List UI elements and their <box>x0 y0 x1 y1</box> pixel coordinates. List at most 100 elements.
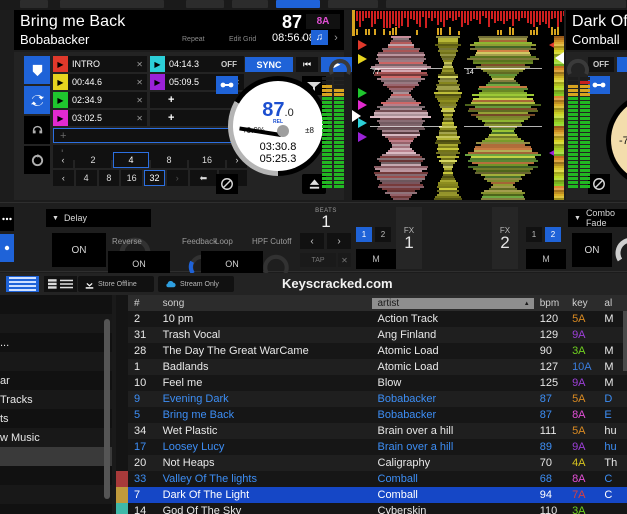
deck-b-slip-icon[interactable] <box>588 174 610 194</box>
column-header-bpm[interactable]: bpm <box>534 298 566 309</box>
table-row[interactable]: 33 Valley Of The lights Comball 68 8A C <box>128 471 627 487</box>
store-offline-button[interactable]: Store Offline <box>78 276 154 292</box>
deck-a-cue-button[interactable]: ⏮ <box>296 57 318 72</box>
table-row[interactable]: 31 Trash Vocal Ang Finland 129 9A <box>128 327 627 343</box>
headphone-mode-button[interactable] <box>24 116 50 144</box>
hotcue-pad[interactable]: ▶ 02:34.9 ✕ <box>53 92 147 108</box>
loop-size-4[interactable]: 4 <box>112 152 149 168</box>
deck-a-repeat-label[interactable]: Repeat <box>182 36 205 43</box>
beats-next-button[interactable]: › <box>327 233 351 249</box>
track-color-cell[interactable] <box>116 343 128 359</box>
waveform-cue-marker[interactable] <box>358 100 367 110</box>
sidebar-item-selected[interactable] <box>0 447 112 466</box>
hotcue-pad[interactable]: ▶ 00:44.6 ✕ <box>53 74 147 90</box>
table-row[interactable]: 20 Not Heaps Caligraphy 70 4A Th <box>128 455 627 471</box>
toolbar-chip[interactable] <box>20 0 48 8</box>
waveform-cue-marker[interactable] <box>358 54 367 64</box>
table-scrollbar[interactable] <box>623 311 627 371</box>
beatjump-32[interactable]: 32 <box>144 170 165 186</box>
sidebar-item[interactable]: ar <box>0 371 112 390</box>
fx1-on-button[interactable]: ON <box>52 233 106 267</box>
sidebar-item[interactable]: Tracks <box>0 390 112 409</box>
deck-a-edit-grid-label[interactable]: Edit Grid <box>229 36 256 43</box>
waveform-scroll-area[interactable]: 77 14 <box>352 36 564 200</box>
fx2-master-button[interactable]: M <box>526 249 566 269</box>
sidebar-item[interactable] <box>0 314 112 333</box>
column-header-num[interactable]: # <box>128 298 157 309</box>
column-header-song[interactable]: song <box>157 298 372 309</box>
fx1-slot-2[interactable]: 2 <box>375 227 391 242</box>
fx2-on-button[interactable]: ON <box>572 233 612 267</box>
loop-size-2[interactable]: 2 <box>74 152 111 168</box>
table-row[interactable]: 2 10 pm Action Track 120 5A M <box>128 311 627 327</box>
loop-prev-button[interactable]: ‹ <box>53 152 73 168</box>
chevron-left-icon[interactable]: ‹ <box>297 32 309 44</box>
music-note-icon[interactable]: ♫ <box>311 30 328 45</box>
track-color-cell[interactable] <box>116 375 128 391</box>
table-row[interactable]: 10 Feel me Blow 125 9A M <box>128 375 627 391</box>
track-color-cell[interactable] <box>116 407 128 423</box>
toolbar-chip[interactable] <box>232 0 268 8</box>
deck-b-sync-button[interactable]: SY <box>617 57 627 72</box>
sidebar-item[interactable] <box>0 485 112 504</box>
table-row[interactable]: 5 Bring me Back Bobabacker 87 8A E <box>128 407 627 423</box>
track-color-cell[interactable] <box>116 391 128 407</box>
detail-view-icon[interactable] <box>44 276 77 292</box>
fx2-param-knob[interactable] <box>614 233 627 267</box>
deck-a-sync-button[interactable]: SYNC <box>245 57 293 72</box>
deck-a-slip-icon[interactable] <box>216 174 238 194</box>
toolbar-chip[interactable] <box>186 0 224 8</box>
track-color-cell[interactable] <box>116 471 128 487</box>
tap-clear-button[interactable]: ✕ <box>338 253 351 267</box>
column-header-key[interactable]: key <box>566 298 598 309</box>
waveform-cue-marker[interactable] <box>358 132 367 142</box>
track-color-cell[interactable] <box>116 439 128 455</box>
table-row[interactable]: 34 Wet Plastic Brain over a hill 111 5A hu <box>128 423 627 439</box>
hotcue-pad[interactable]: ▶ 03:02.5 ✕ <box>53 110 147 126</box>
sidebar-scrollbar[interactable] <box>104 319 110 499</box>
column-header-album[interactable]: al <box>598 298 627 309</box>
close-icon[interactable]: ✕ <box>136 114 143 123</box>
sidebar-item[interactable] <box>0 295 112 314</box>
loop-size-8[interactable]: 8 <box>150 152 187 168</box>
fx2-effect-selector[interactable]: ▼ Combo Fade <box>568 208 627 228</box>
loop-mode-button[interactable] <box>24 86 50 114</box>
beatjump-16[interactable]: 16 <box>121 170 143 186</box>
table-row[interactable]: 14 God Of The Sky Cyberskin 110 3A <box>128 503 627 514</box>
fx1-effect-selector[interactable]: ▼ Delay <box>46 209 151 227</box>
beatjump-8[interactable]: 8 <box>98 170 120 186</box>
close-icon[interactable]: ✕ <box>136 60 143 69</box>
sidebar-item[interactable] <box>0 466 112 485</box>
beats-prev-button[interactable]: ‹ <box>300 233 324 249</box>
sidebar-item[interactable] <box>0 504 112 514</box>
fx1-slot-1[interactable]: 1 <box>356 227 372 242</box>
track-color-cell[interactable] <box>116 327 128 343</box>
track-color-cell[interactable] <box>116 487 128 503</box>
waveform-cue-marker[interactable] <box>358 88 367 98</box>
dots-icon[interactable] <box>0 207 14 231</box>
deck-b-off-button[interactable]: OFF <box>588 57 614 72</box>
waveform-cue-marker[interactable] <box>358 40 367 50</box>
sidebar-item[interactable]: w Music <box>0 428 112 447</box>
column-header-artist[interactable]: artist <box>371 297 534 309</box>
jog-pitch-range[interactable]: ±8 <box>305 126 314 135</box>
track-color-cell[interactable] <box>116 311 128 327</box>
deck-a-off-button[interactable]: OFF <box>216 57 242 72</box>
chevron-right-icon[interactable]: › <box>330 32 342 44</box>
table-row[interactable]: 9 Evening Dark Bobabacker 87 5A D <box>128 391 627 407</box>
fx2-slot-2[interactable]: 2 <box>545 227 561 242</box>
sidebar-item[interactable]: ... <box>0 333 112 352</box>
close-icon[interactable]: ✕ <box>136 96 143 105</box>
beatjump-next-button[interactable]: › <box>166 170 188 186</box>
table-row[interactable]: 17 Loosey Lucy Brain over a hill 89 9A hu <box>128 439 627 455</box>
beatjump-prev-button[interactable]: ‹ <box>53 170 74 186</box>
waveform-display[interactable]: 77 14 <box>352 10 564 200</box>
track-color-cell[interactable] <box>116 423 128 439</box>
track-color-cell[interactable] <box>116 455 128 471</box>
table-row[interactable]: 7 Dark Of The Light Comball 94 7A C <box>128 487 627 503</box>
waveform-overview[interactable] <box>352 10 564 36</box>
track-color-cell[interactable] <box>116 503 128 514</box>
deck-b-link-icon[interactable] <box>588 76 610 94</box>
browser-sidebar-tree[interactable]: ... ar Tracks ts w Music <box>0 295 112 514</box>
fx1-master-button[interactable]: M <box>356 249 396 269</box>
